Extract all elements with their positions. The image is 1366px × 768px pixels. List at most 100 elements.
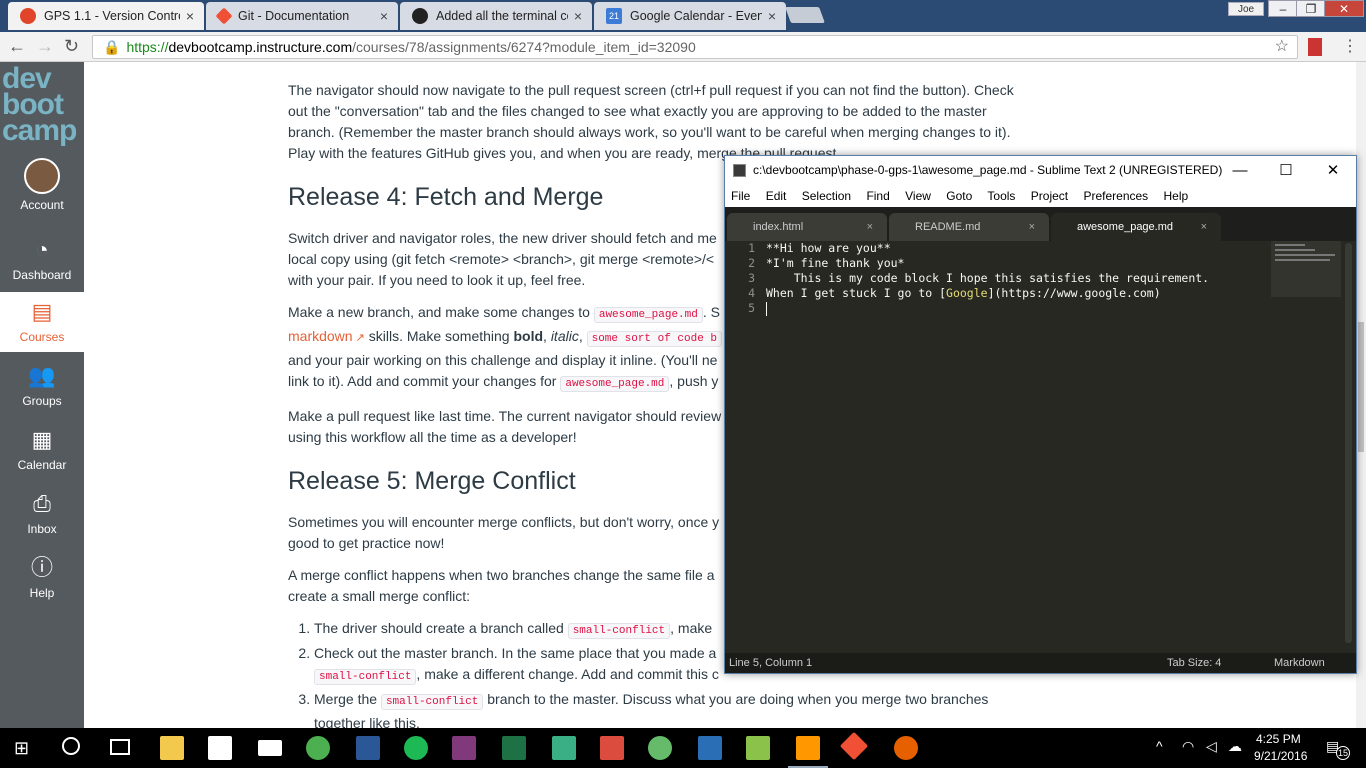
editor-scrollbar[interactable]	[1345, 243, 1352, 643]
forward-icon[interactable]: →	[36, 36, 54, 57]
git-icon[interactable]	[839, 731, 869, 761]
chrome-menu-icon[interactable]: ⋮	[1342, 36, 1358, 56]
sublime-titlebar: c:\devbootcamp\phase-0-gps-1\awesome_pag…	[725, 156, 1356, 185]
extension-icon[interactable]	[1308, 38, 1322, 56]
code-editor[interactable]: 1 2 3 4 5 **Hi how are you** *I'm fine t…	[725, 241, 1356, 654]
minimize-icon[interactable]: –	[1268, 0, 1298, 17]
menu-edit[interactable]: Edit	[766, 189, 787, 203]
todoist-icon[interactable]	[600, 736, 624, 760]
text: local copy using (git fetch <remote> <br…	[288, 251, 715, 267]
task-view-icon[interactable]	[110, 739, 130, 755]
text: Make a new branch, and make some changes…	[288, 304, 594, 320]
close-icon[interactable]: ×	[574, 8, 582, 24]
nav-item-help[interactable]: ⓘ Help	[0, 548, 84, 612]
scrollbar-thumb[interactable]	[1358, 322, 1364, 452]
text: Merge the	[314, 691, 381, 707]
word-icon[interactable]	[356, 736, 380, 760]
restore-icon[interactable]: ❐	[1296, 0, 1326, 17]
spotify-icon[interactable]	[404, 736, 428, 760]
syntax-mode[interactable]: Markdown	[1274, 653, 1325, 673]
close-icon[interactable]: ×	[867, 213, 873, 241]
menu-preferences[interactable]: Preferences	[1083, 189, 1148, 203]
menu-find[interactable]: Find	[866, 189, 889, 203]
windows-start-icon[interactable]: ⊞	[14, 738, 29, 759]
profile-button[interactable]: Joe	[1228, 2, 1264, 16]
clock-time[interactable]: 4:25 PM	[1256, 732, 1301, 746]
wifi-icon[interactable]: ◠	[1182, 738, 1194, 755]
tab-size[interactable]: Tab Size: 4	[1167, 653, 1221, 673]
onenote-icon[interactable]	[452, 736, 476, 760]
menu-tools[interactable]: Tools	[987, 189, 1015, 203]
file-tab-index-html[interactable]: index.html ×	[727, 213, 887, 241]
markdown-link[interactable]: markdown	[288, 328, 353, 344]
close-icon[interactable]: ×	[1029, 213, 1035, 241]
chrome-icon[interactable]	[306, 736, 330, 760]
atom-icon[interactable]	[648, 736, 672, 760]
slack-icon[interactable]	[552, 736, 576, 760]
nav-item-dashboard[interactable]: ◔ Dashboard	[0, 230, 84, 294]
line-number: 5	[748, 301, 755, 315]
close-window-icon[interactable]: ✕	[1324, 0, 1364, 17]
nav-label: Calendar	[17, 458, 67, 472]
text: with your pair. If you need to look it u…	[288, 272, 586, 288]
close-icon[interactable]: ×	[768, 8, 776, 24]
menu-file[interactable]: File	[731, 189, 750, 203]
nav-label: Help	[29, 586, 55, 600]
nav-item-calendar[interactable]: ▦ Calendar	[0, 420, 84, 484]
address-bar[interactable]: 🔒 https://devbootcamp.instructure.com/cou…	[92, 35, 1298, 59]
new-tab-button[interactable]	[785, 7, 825, 23]
text: Check out the master branch. In the same…	[314, 645, 717, 661]
calendar-app-icon[interactable]	[208, 736, 232, 760]
close-icon[interactable]: ✕	[1310, 156, 1356, 185]
tab-google-calendar[interactable]: 21 Google Calendar - Event ×	[594, 2, 786, 30]
nav-item-inbox[interactable]: ⎙ Inbox	[0, 484, 84, 548]
text: skills. Make something	[364, 328, 514, 344]
nav-item-courses[interactable]: ▤ Courses	[0, 292, 84, 352]
tab-gps[interactable]: GPS 1.1 - Version Contro ×	[8, 2, 204, 30]
file-tab-awesome-page[interactable]: awesome_page.md ×	[1051, 213, 1221, 241]
excel-icon[interactable]	[502, 736, 526, 760]
mail-icon[interactable]	[258, 740, 282, 756]
notepad-icon[interactable]	[746, 736, 770, 760]
text: and your pair working on this challenge …	[288, 352, 718, 368]
minimap[interactable]	[1271, 241, 1341, 297]
powershell-icon[interactable]	[698, 736, 722, 760]
clock-date[interactable]: 9/21/2016	[1254, 749, 1307, 763]
close-icon[interactable]: ×	[1201, 213, 1207, 241]
tab-label: README.md	[915, 221, 981, 233]
text: good to get practice now!	[288, 535, 445, 551]
page-scrollbar[interactable]	[1356, 62, 1366, 728]
cortana-icon[interactable]	[62, 737, 80, 755]
tab-github[interactable]: Added all the terminal co ×	[400, 2, 592, 30]
calendar-icon: 21	[606, 8, 622, 24]
chevron-up-icon[interactable]: ^	[1156, 738, 1163, 754]
back-icon[interactable]: ←	[8, 36, 26, 57]
bookmark-star-icon[interactable]: ☆	[1275, 36, 1289, 58]
sublime-icon[interactable]	[788, 736, 828, 768]
reload-icon[interactable]: ↻	[64, 36, 79, 57]
maximize-icon[interactable]: ☐	[1263, 156, 1309, 185]
code-link-text: Google	[946, 286, 988, 300]
text: ,	[578, 328, 587, 344]
nav-item-account[interactable]: Account	[0, 158, 84, 220]
menu-project[interactable]: Project	[1031, 189, 1068, 203]
tab-git-docs[interactable]: Git - Documentation ×	[206, 2, 398, 30]
devbootcamp-logo[interactable]: dev boot camp	[0, 62, 84, 152]
minimize-icon[interactable]: —	[1217, 156, 1263, 185]
file-tab-readme[interactable]: README.md ×	[889, 213, 1049, 241]
volume-icon[interactable]: ◁	[1206, 738, 1217, 755]
nav-label: Inbox	[27, 522, 57, 536]
paragraph: The navigator should now navigate to the…	[288, 82, 1014, 161]
text: Switch driver and navigator roles, the n…	[288, 230, 717, 246]
onedrive-icon[interactable]: ☁	[1228, 738, 1242, 755]
file-explorer-icon[interactable]	[160, 736, 184, 760]
menu-view[interactable]: View	[905, 189, 931, 203]
bold-text: bold	[513, 328, 544, 344]
menu-goto[interactable]: Goto	[946, 189, 972, 203]
firefox-icon[interactable]	[894, 736, 918, 760]
menu-selection[interactable]: Selection	[802, 189, 851, 203]
close-icon[interactable]: ×	[380, 8, 388, 24]
menu-help[interactable]: Help	[1164, 189, 1189, 203]
close-icon[interactable]: ×	[186, 8, 194, 24]
nav-item-groups[interactable]: 👥 Groups	[0, 356, 84, 420]
